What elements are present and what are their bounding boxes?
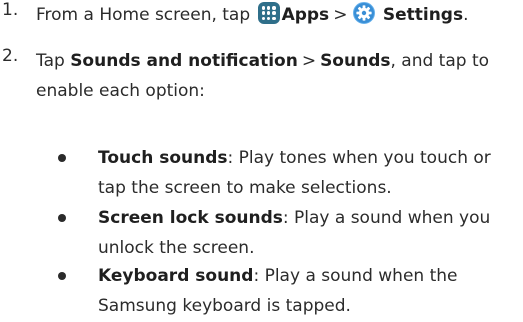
step-1-end: .: [463, 5, 469, 25]
option-name: Screen lock sounds: [98, 208, 283, 228]
path-separator: >: [301, 51, 317, 71]
sounds-and-notification-label: Sounds and notification: [70, 51, 298, 71]
apps-label: Apps: [281, 5, 330, 25]
bullet-dot: [58, 272, 66, 280]
option-text: Screen lock sounds: Play a sound when yo…: [98, 203, 520, 263]
apps-grid-icon: [257, 2, 280, 24]
step-number: 1.: [2, 0, 19, 20]
step-1-text: From a Home screen, tap Apps > Settings.: [36, 0, 520, 30]
path-separator: >: [333, 5, 348, 25]
option-text: Touch sounds: Play tones when you touch …: [98, 143, 520, 203]
step-1-intro: From a Home screen, tap: [36, 5, 251, 25]
option-name: Touch sounds: [98, 148, 228, 168]
bullet-dot: [58, 214, 66, 222]
sounds-label: Sounds: [320, 51, 391, 71]
step-2-text: Tap Sounds and notification > Sounds, and …: [36, 46, 520, 106]
settings-gear-icon: [353, 2, 376, 24]
settings-label: Settings: [382, 5, 464, 25]
step-2-intro: Tap: [36, 51, 65, 71]
step-number: 2.: [2, 46, 19, 66]
option-text: Keyboard sound: Play a sound when the Sa…: [98, 261, 520, 321]
option-name: Keyboard sound: [98, 266, 254, 286]
bullet-dot: [58, 154, 66, 162]
